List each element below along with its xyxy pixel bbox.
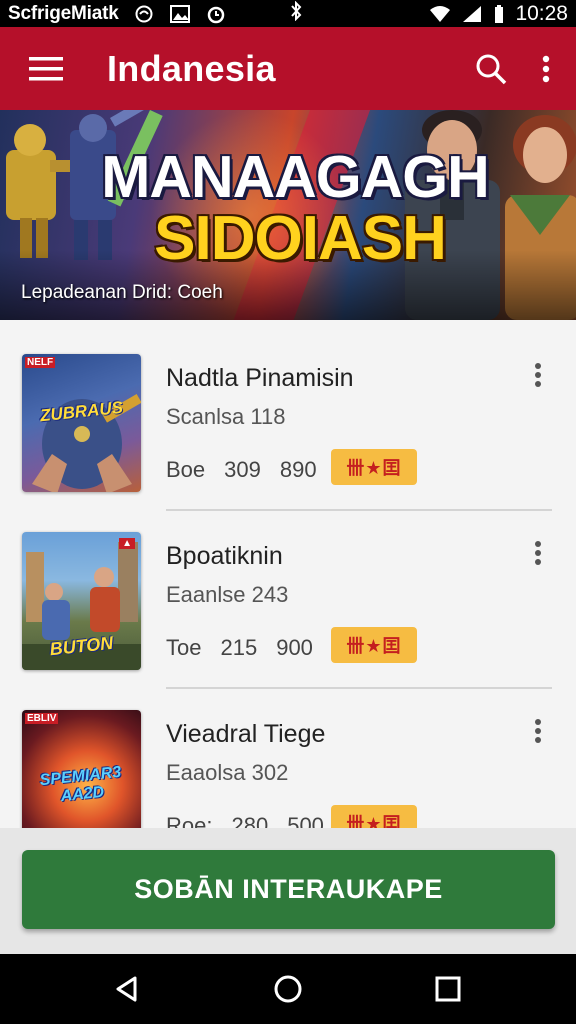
menu-icon [29, 56, 63, 80]
robot-figure [6, 124, 72, 258]
stat-label: Boe [166, 457, 206, 482]
home-icon [274, 975, 302, 1003]
alarm-icon [207, 6, 224, 23]
app-bar: Indanesia [0, 27, 576, 110]
item-subtitle: Eaanlse 243 [166, 582, 289, 607]
home-button[interactable] [270, 971, 306, 1007]
item-title: Bpoatiknin [166, 542, 283, 570]
battery-icon [495, 4, 504, 23]
item-more-button[interactable] [524, 716, 552, 746]
thumbnail-logo: SPEMIAR3 AA2D [38, 763, 123, 806]
item-subtitle: Eaaolsa 302 [166, 760, 289, 785]
stat-value-a: 280 [231, 813, 269, 828]
featured-banner[interactable]: MANAAGAGH SIDOIASH Lepadeanan Drid: Coeh [0, 110, 576, 320]
item-title: Vieadral Tiege [166, 720, 326, 748]
thumbnail-tag: ▲ [119, 538, 135, 549]
more-vert-icon [535, 363, 541, 387]
thumbnail-tag: EBLIV [25, 713, 59, 724]
search-button[interactable] [470, 48, 512, 90]
rating-badge[interactable]: 卌★囯 [331, 627, 417, 663]
back-icon [116, 976, 137, 1002]
list-item[interactable]: NELF ZUBRAUS Nadtla Pinamisin Scanlsa 11… [0, 320, 576, 511]
stat-value-b: 890 [279, 457, 317, 482]
stat-value-a: 215 [220, 635, 258, 660]
stat-value-b: 900 [276, 635, 313, 660]
item-subtitle: Scanlsa 118 [166, 404, 286, 429]
list-item[interactable]: EBLIV SPEMIAR3 AA2D Vieadral Tiege Eaaol… [0, 676, 576, 828]
item-stats: Boe 309 890 [166, 457, 317, 483]
stat-value-a: 309 [224, 457, 261, 482]
cta-button[interactable]: SOBĀN INTERAUKAPE [22, 850, 555, 929]
item-stats: Toe 215 900 [166, 635, 313, 661]
banner-headline-line1: MANAAGAGH [101, 144, 490, 210]
back-button[interactable] [109, 971, 145, 1007]
carrier-name: ScfrigeMiatk [8, 2, 119, 24]
item-thumbnail: ▲ BUTON [22, 532, 141, 670]
overflow-menu-button[interactable] [526, 48, 566, 90]
item-title: Nadtla Pinamisin [166, 364, 354, 392]
wifi-icon [430, 5, 451, 22]
more-vert-icon [542, 55, 550, 82]
menu-button[interactable] [23, 49, 69, 89]
stat-label: Roe: [166, 813, 213, 828]
app-title: Indanesia [107, 47, 276, 89]
item-thumbnail: NELF ZUBRAUS [22, 354, 141, 492]
notification-icon [135, 5, 153, 22]
recents-icon [435, 976, 461, 1002]
recents-button[interactable] [430, 971, 466, 1007]
banner-caption: Lepadeanan Drid: Coeh [21, 282, 223, 303]
signal-icon [463, 5, 482, 22]
thumbnail-tag: NELF [25, 357, 56, 368]
stat-value-b: 500 [287, 813, 324, 828]
more-vert-icon [535, 719, 541, 743]
list-item[interactable]: ▲ BUTON Bpoatiknin Eaanlse 243 Toe 215 9… [0, 498, 576, 689]
more-vert-icon [535, 541, 541, 565]
bluetooth-icon [290, 0, 301, 21]
banner-headline-line2: SIDOIASH [154, 204, 447, 273]
stat-label: Toe [166, 635, 202, 660]
image-icon [169, 4, 190, 23]
item-stats: Roe: 280 500 [166, 813, 324, 828]
item-thumbnail: EBLIV SPEMIAR3 AA2D [22, 710, 141, 828]
search-icon [476, 54, 507, 84]
item-more-button[interactable] [524, 538, 552, 568]
status-bar: ScfrigeMiatk 10:28 [0, 0, 576, 27]
game-list[interactable]: NELF ZUBRAUS Nadtla Pinamisin Scanlsa 11… [0, 320, 576, 828]
rating-badge[interactable]: 卌★囯 [331, 805, 417, 828]
rating-badge[interactable]: 卌★囯 [331, 449, 417, 485]
item-more-button[interactable] [524, 360, 552, 390]
system-nav-bar [0, 954, 576, 1024]
clock: 10:28 [515, 1, 568, 25]
